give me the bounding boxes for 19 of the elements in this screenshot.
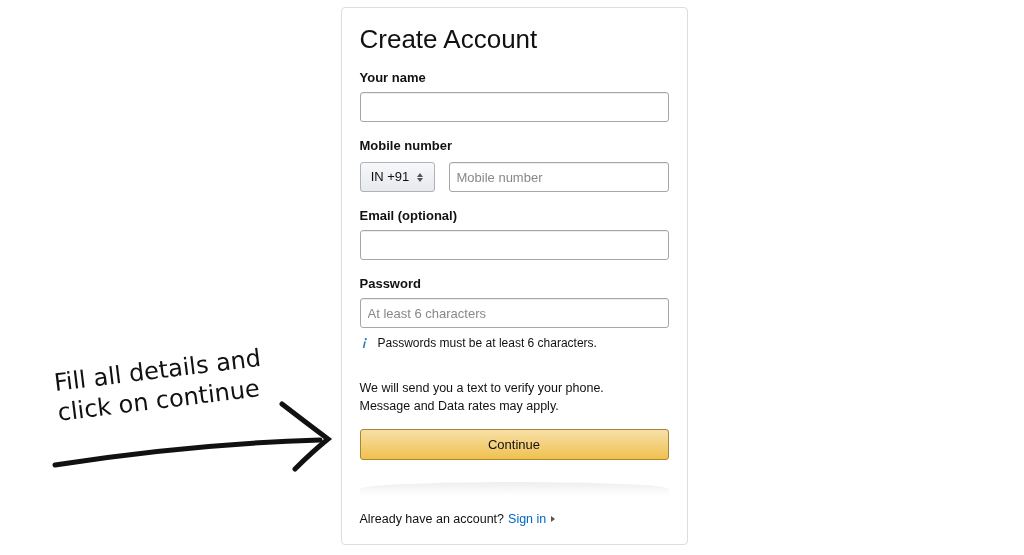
footer-text: Already have an account? [359,511,505,528]
field-label: Password [359,276,422,292]
notice-text: We will send you a text to verify your phone. Message and Data rates may apply. [359,380,605,415]
info-icon [361,338,367,348]
country-code-select[interactable]: IN +91 [359,162,435,192]
annotation-text: Fill all details and click on continue [52,342,264,428]
input-field[interactable] [359,230,669,260]
input-field[interactable]: At least 6 characters [359,298,669,328]
field-label: Email (optional) [359,208,458,224]
up-down-arrows-icon [417,172,424,182]
input-field[interactable] [359,92,669,122]
field-label: Mobile number [359,138,453,154]
sign-in-link[interactable]: Sign in [508,510,556,529]
mobile-number-field[interactable]: Mobile number [448,162,669,192]
hint-text: Passwords must be at least 6 characters. [377,335,597,352]
field-label: Your name [359,70,427,86]
caret-icon [551,516,556,523]
page-title: Create Account [359,24,539,54]
continue-button[interactable]: Continue [359,429,669,460]
